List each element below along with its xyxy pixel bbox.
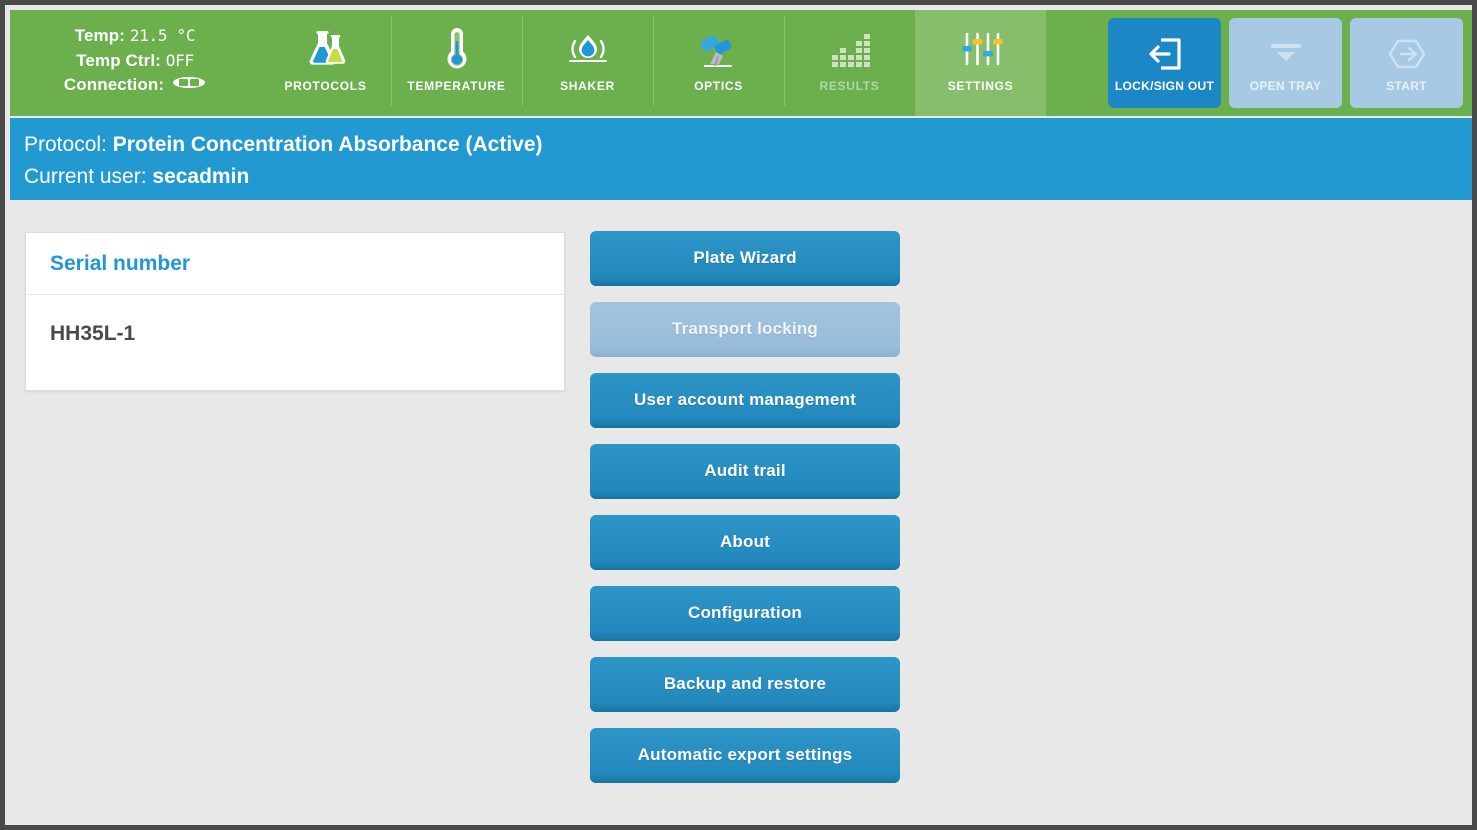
open-tray-button[interactable]: OPEN TRAY — [1229, 18, 1342, 108]
protocol-line: Protocol: Protein Concentration Absorban… — [24, 129, 1477, 161]
connection-label: Connection: — [64, 73, 164, 98]
start-icon — [1386, 33, 1428, 75]
tab-label-settings: SETTINGS — [948, 79, 1014, 93]
tab-label-results: RESULTS — [819, 79, 879, 93]
application-window: Temp: 21.5 °C Temp Ctrl: OFF Connection: — [0, 0, 1477, 830]
tab-label-temperature: TEMPERATURE — [407, 79, 505, 93]
transport-locking-button[interactable]: Transport locking — [590, 302, 900, 357]
about-button[interactable]: About — [590, 515, 900, 570]
temp-ctrl-label: Temp Ctrl: — [76, 51, 161, 70]
sign-out-icon — [1145, 33, 1185, 75]
telescope-icon — [697, 26, 741, 72]
tab-settings[interactable]: SETTINGS — [915, 10, 1046, 116]
connection-status: Connection: — [10, 73, 260, 98]
temp-ctrl-value: OFF — [166, 51, 194, 70]
bar-chart-icon — [829, 26, 871, 72]
plate-wizard-button[interactable]: Plate Wizard — [590, 231, 900, 286]
tab-label-optics: OPTICS — [694, 79, 743, 93]
start-button[interactable]: START — [1350, 18, 1463, 108]
start-label: START — [1386, 79, 1427, 93]
main-content: Serial number HH35L-1 Plate Wizard Trans… — [10, 204, 1477, 830]
connector-plug-icon — [172, 73, 206, 98]
flasks-icon — [304, 26, 348, 72]
tab-shaker[interactable]: SHAKER — [522, 10, 653, 116]
temp-control-status: Temp Ctrl: OFF — [10, 49, 260, 74]
open-tray-icon — [1265, 33, 1307, 75]
current-user-value: secadmin — [152, 165, 249, 188]
thermometer-icon — [444, 26, 470, 72]
tab-optics[interactable]: OPTICS — [653, 10, 784, 116]
protocol-label: Protocol: — [24, 133, 107, 156]
tab-label-protocols: PROTOCOLS — [284, 79, 366, 93]
status-block: Temp: 21.5 °C Temp Ctrl: OFF Connection: — [10, 10, 260, 116]
temp-value: 21.5 °C — [130, 26, 195, 45]
top-toolbar: Temp: 21.5 °C Temp Ctrl: OFF Connection: — [10, 10, 1477, 116]
tab-temperature[interactable]: TEMPERATURE — [391, 10, 522, 116]
configuration-button[interactable]: Configuration — [590, 586, 900, 641]
open-tray-label: OPEN TRAY — [1250, 79, 1322, 93]
settings-menu: Plate Wizard Transport locking User acco… — [590, 231, 900, 783]
serial-number-value: HH35L-1 — [26, 295, 564, 390]
info-banner: Protocol: Protein Concentration Absorban… — [10, 118, 1477, 200]
current-user-label: Current user: — [24, 165, 147, 188]
backup-and-restore-button[interactable]: Backup and restore — [590, 657, 900, 712]
tab-label-shaker: SHAKER — [560, 79, 615, 93]
tab-protocols[interactable]: PROTOCOLS — [260, 10, 391, 116]
serial-number-panel: Serial number HH35L-1 — [25, 232, 565, 391]
automatic-export-settings-button[interactable]: Automatic export settings — [590, 728, 900, 783]
tab-results[interactable]: RESULTS — [784, 10, 915, 116]
sliders-icon — [959, 26, 1003, 72]
current-user-line: Current user: secadmin — [24, 161, 1477, 193]
serial-number-header: Serial number — [26, 233, 564, 295]
user-account-management-button[interactable]: User account management — [590, 373, 900, 428]
shaker-icon — [566, 26, 610, 72]
protocol-value: Protein Concentration Absorbance (Active… — [113, 133, 543, 156]
audit-trail-button[interactable]: Audit trail — [590, 444, 900, 499]
lock-sign-out-label: LOCK/SIGN OUT — [1115, 79, 1214, 93]
temperature-status: Temp: 21.5 °C — [10, 24, 260, 49]
temp-label: Temp: — [75, 26, 125, 45]
lock-sign-out-button[interactable]: LOCK/SIGN OUT — [1108, 18, 1221, 108]
action-button-group: LOCK/SIGN OUT OPEN TRAY — [1108, 10, 1477, 116]
tab-bar: PROTOCOLS TEMPERATURE — [260, 10, 1046, 116]
